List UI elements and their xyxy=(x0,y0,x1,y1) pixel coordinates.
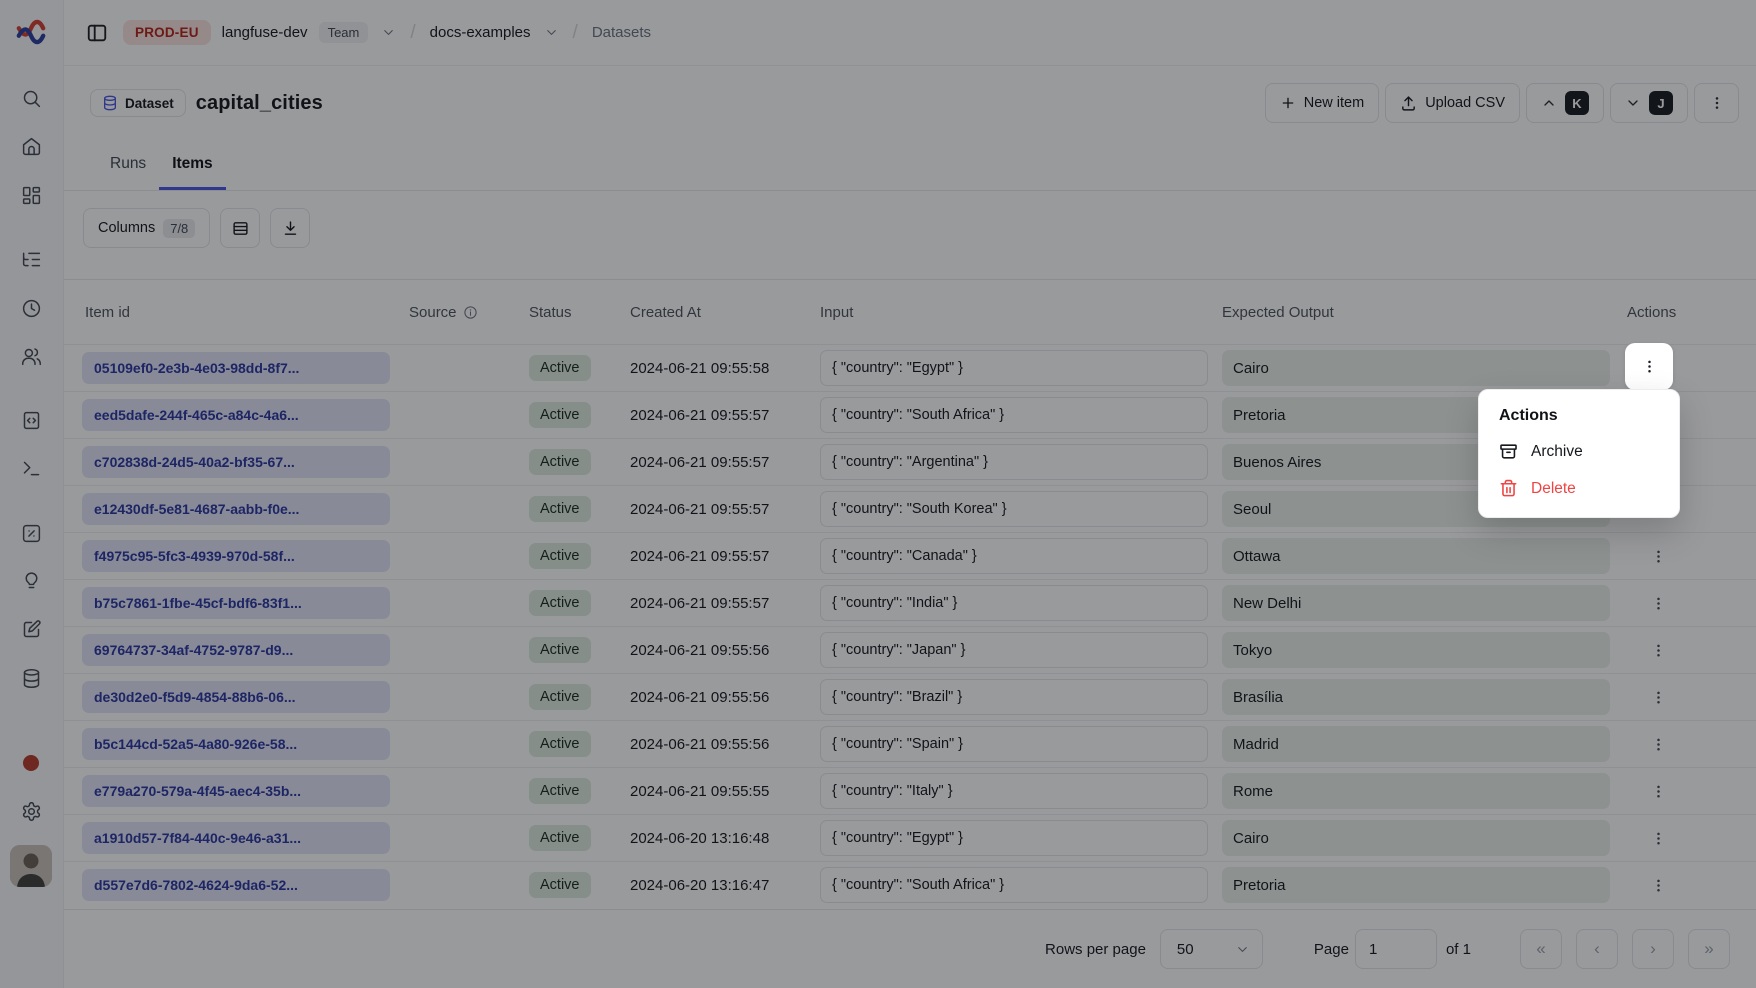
menu-item-archive[interactable]: Archive xyxy=(1479,433,1679,470)
active-row-actions-kebab-button[interactable] xyxy=(1625,343,1673,390)
actions-menu-title: Actions xyxy=(1479,398,1679,433)
archive-icon xyxy=(1499,442,1518,461)
row-actions-menu: Actions Archive Delete xyxy=(1478,389,1680,518)
kebab-vertical-icon xyxy=(1642,359,1657,374)
menu-item-delete[interactable]: Delete xyxy=(1479,470,1679,507)
archive-label: Archive xyxy=(1531,443,1583,461)
trash-icon xyxy=(1499,479,1518,498)
delete-label: Delete xyxy=(1531,480,1576,498)
